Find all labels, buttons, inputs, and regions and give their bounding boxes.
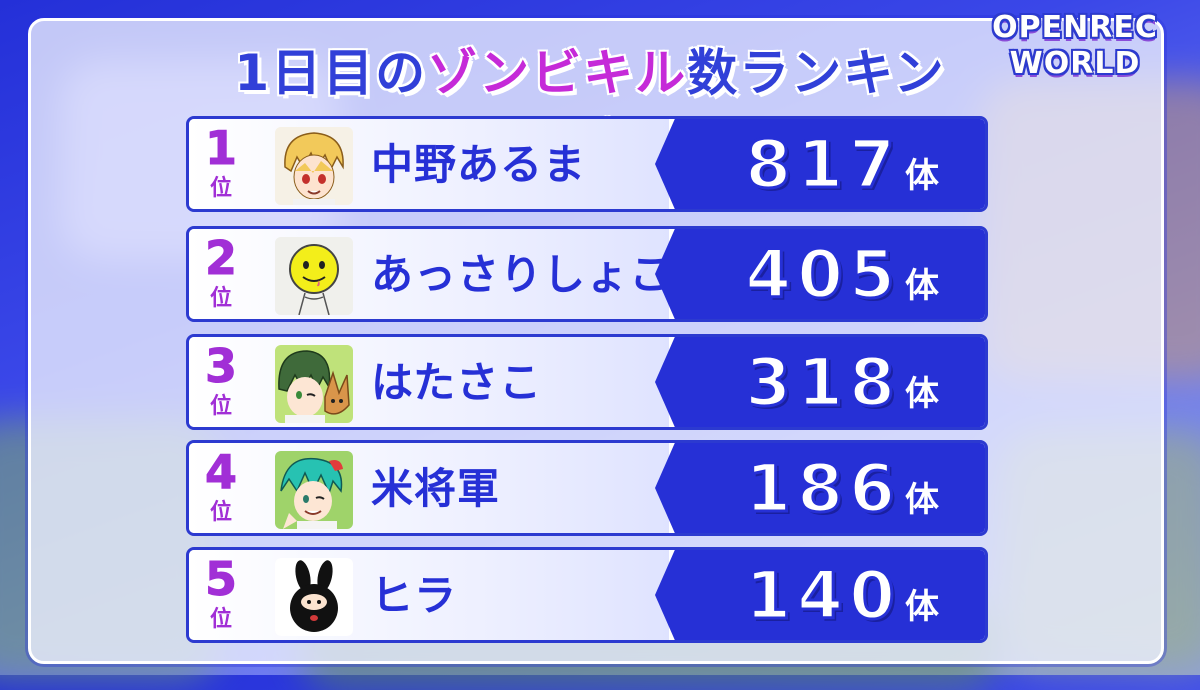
rank-label: 3 位 (199, 339, 243, 427)
logo-line-1: OPENREC (992, 10, 1158, 45)
rank-number: 2 (204, 231, 237, 286)
yellow-smiley-avatar (275, 237, 353, 315)
kill-count-unit: 体 (905, 587, 939, 627)
rank-number: 1 (204, 121, 237, 176)
player-name: 中野あるま (371, 140, 587, 189)
title-part-day: 1日目の (233, 43, 428, 104)
ranking-row-1: 1 位 中野あるま 817 体 (186, 116, 988, 212)
blonde-boy-avatar (275, 127, 353, 205)
kill-count: 186 体 (709, 443, 939, 533)
rank-label: 2 位 (199, 231, 243, 319)
rank-number: 4 (204, 445, 237, 500)
player-name: ヒラ (371, 571, 458, 620)
kill-count-value: 405 (744, 235, 901, 315)
kill-count-unit: 体 (905, 266, 939, 306)
kill-count: 405 体 (709, 229, 939, 319)
kill-count: 318 体 (709, 337, 939, 427)
kill-count-value: 817 (744, 125, 901, 205)
kill-count-unit: 体 (905, 156, 939, 196)
kill-count: 817 体 (709, 119, 939, 209)
player-name: 米将軍 (371, 464, 501, 513)
kill-count-unit: 体 (905, 374, 939, 414)
ranking-row-2: 2 位 あっさりしょこ 405 体 (186, 226, 988, 322)
logo-line-2: WORLD (1009, 46, 1141, 81)
black-bunny-avatar (275, 558, 353, 636)
rank-number: 3 (204, 339, 237, 394)
kill-count-unit: 体 (905, 480, 939, 520)
rank-label: 1 位 (199, 121, 243, 209)
player-name: あっさりしょこ (371, 250, 673, 299)
kill-count-value: 318 (744, 343, 901, 423)
rank-suffix: 位 (209, 286, 232, 311)
rank-label: 5 位 (199, 552, 243, 640)
rank-suffix: 位 (209, 607, 232, 632)
rank-suffix: 位 (209, 394, 232, 419)
ranking-row-4: 4 位 米将軍 186 体 (186, 440, 988, 536)
teal-hair-boy-avatar (275, 451, 353, 529)
ranking-row-5: 5 位 ヒラ 140 体 (186, 547, 988, 643)
rank-suffix: 位 (209, 500, 232, 525)
player-name: はたさこ (371, 358, 543, 407)
title-part-zombie-kill: ゾンビキル (426, 43, 688, 104)
ranking-row-3: 3 位 はたさこ 318 体 (186, 334, 988, 430)
rank-label: 4 位 (199, 445, 243, 533)
kill-count-value: 186 (744, 449, 901, 529)
openrec-world-logo: OPENREC WORLD (980, 10, 1170, 90)
green-hair-boy-with-fox-avatar (275, 345, 353, 423)
ranking-title: 1日目のゾンビキル数ランキング (230, 38, 950, 174)
kill-count-value: 140 (744, 556, 901, 636)
rank-suffix: 位 (209, 176, 232, 201)
kill-count: 140 体 (709, 550, 939, 640)
rank-number: 5 (204, 552, 237, 607)
